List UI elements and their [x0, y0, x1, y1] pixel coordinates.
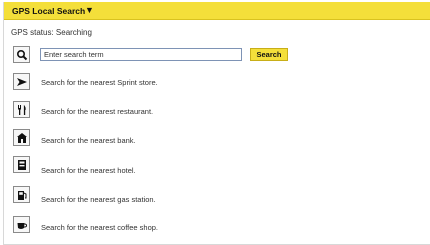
row-label-gas-station[interactable]: Search for the nearest gas station. — [41, 195, 156, 204]
row-label-bank[interactable]: Search for the nearest bank. — [41, 136, 136, 145]
gps-status: GPS status: Searching — [11, 28, 92, 37]
row-label-sprint-store[interactable]: Search for the nearest Sprint store. — [41, 78, 158, 87]
search-button[interactable]: Search — [250, 48, 288, 61]
gas-pump-icon[interactable] — [13, 186, 30, 203]
caret-down-icon[interactable]: ▼ — [85, 5, 94, 15]
row-label-restaurant[interactable]: Search for the nearest restaurant. — [41, 107, 153, 116]
panel-header[interactable]: GPS Local Search ▼ — [4, 2, 430, 20]
coffee-cup-icon[interactable] — [13, 216, 30, 233]
bank-icon[interactable] — [13, 129, 30, 146]
row-label-hotel[interactable]: Search for the nearest hotel. — [41, 166, 136, 175]
search-input[interactable] — [40, 48, 242, 61]
arrow-icon[interactable] — [13, 73, 30, 90]
row-label-coffee-shop[interactable]: Search for the nearest coffee shop. — [41, 223, 158, 232]
local-search-panel: GPS Local Search ▼ — [3, 2, 430, 245]
panel-title: GPS Local Search — [12, 6, 86, 16]
fork-knife-icon[interactable] — [13, 101, 30, 118]
hotel-icon[interactable] — [13, 156, 30, 173]
magnifier-icon[interactable] — [13, 46, 30, 63]
